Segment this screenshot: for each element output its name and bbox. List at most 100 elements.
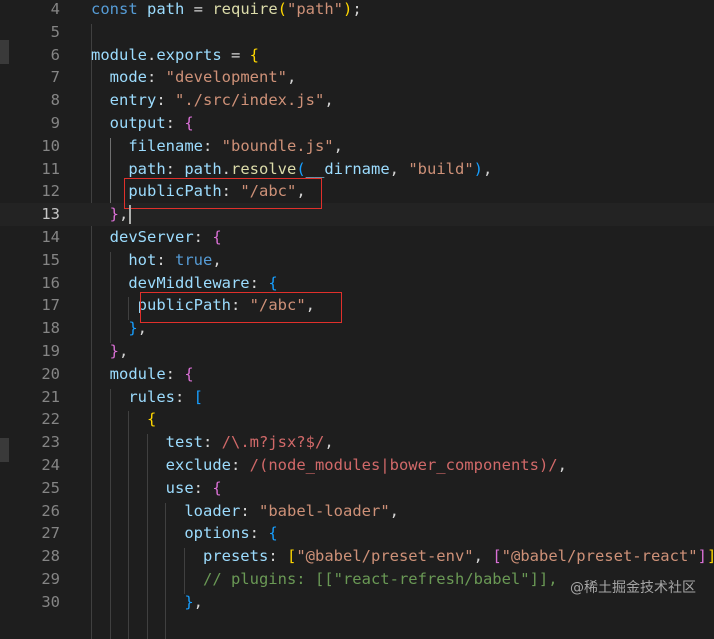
code-line[interactable]: 23 test: /\.m?jsx?$/, [0, 431, 714, 454]
code-text: hot: true, [91, 249, 222, 272]
code-line[interactable]: 15 hot: true, [0, 249, 714, 272]
code-text: }, [91, 591, 203, 614]
code-text: options: { [91, 522, 278, 545]
line-number: 19 [41, 342, 60, 360]
code-text: loader: "babel-loader", [91, 500, 399, 523]
code-line[interactable]: 27 options: { [0, 522, 714, 545]
code-token: "path" [287, 0, 344, 18]
code-line[interactable]: 4 const path = require("path"); [0, 0, 714, 21]
code-line[interactable]: 28 presets: ["@babel/preset-env", ["@bab… [0, 545, 714, 568]
line-number: 21 [41, 387, 60, 406]
highlight-box-output-publicpath [124, 178, 322, 209]
code-text: // plugins: [["react-refresh/babel"]], [91, 568, 558, 591]
code-token: , [212, 250, 222, 269]
line-number: 24 [41, 456, 60, 474]
watermark: @稀土掘金技术社区 [570, 580, 696, 596]
code-line[interactable]: 21 rules: [ [0, 386, 714, 409]
code-line[interactable]: 22 { [0, 408, 714, 431]
code-token: , [483, 159, 493, 178]
code-text: module.exports = { [91, 44, 259, 67]
line-number: 22 [41, 410, 60, 429]
code-token: output [109, 114, 166, 132]
line-number: 26 [41, 501, 60, 520]
code-line[interactable]: 9 output: { [0, 112, 714, 135]
code-editor[interactable]: 4 const path = require("path"); 5 6 module.e… [0, 0, 714, 639]
code-line[interactable]: 10 filename: "boundle.js", [0, 135, 714, 158]
code-line[interactable]: 17 publicPath: "/abc", [0, 294, 714, 317]
code-line[interactable]: 11 path: path.resolve(__dirname, "build"… [0, 158, 714, 181]
code-line[interactable]: 20 module: { [0, 363, 714, 386]
code-token: , [324, 433, 334, 452]
code-token: exclude [165, 456, 231, 474]
line-number: 9 [50, 114, 60, 132]
code-token: { [147, 410, 157, 429]
code-token: ( [296, 159, 306, 178]
code-line[interactable]: 26 loader: "babel-loader", [0, 500, 714, 523]
line-number: 16 [41, 273, 60, 292]
code-line[interactable]: 12 publicPath: "/abc", [0, 180, 714, 203]
code-line[interactable]: 8 entry: "./src/index.js", [0, 89, 714, 112]
code-token: } [109, 205, 120, 224]
code-token: { [268, 273, 278, 292]
code-token: options [184, 524, 250, 543]
code-token: ) [473, 159, 484, 178]
code-line[interactable]: 14 devServer: { [0, 226, 714, 249]
code-line[interactable]: 25 use: { [0, 477, 714, 500]
line-number: 10 [41, 136, 60, 155]
code-line[interactable]: 24 exclude: /(node_modules|bower_compone… [0, 454, 714, 477]
code-token: ] [697, 547, 707, 566]
code-line[interactable]: 13 }, [0, 203, 714, 226]
code-line[interactable]: 16 devMiddleware: { [0, 272, 714, 295]
code-token: "development" [165, 68, 287, 87]
code-token: filename [128, 136, 203, 155]
code-text: path: path.resolve(__dirname, "build"), [91, 158, 492, 181]
line-number: 25 [41, 478, 60, 497]
code-token: "babel-loader" [259, 501, 390, 520]
code-token: use [165, 478, 194, 497]
code-token: . [147, 45, 157, 64]
code-token: , [324, 91, 334, 110]
code-token: { [212, 228, 222, 246]
code-token: path [147, 0, 185, 18]
code-token: , [557, 456, 567, 474]
code-text: test: /\.m?jsx?$/, [91, 431, 334, 454]
code-token: : [193, 478, 213, 497]
code-token: . [221, 159, 231, 178]
code-line[interactable]: 18 }, [0, 317, 714, 340]
line-number: 7 [50, 68, 60, 87]
code-token: /(node_modules|bower_components)/ [249, 456, 558, 474]
code-text: }, [91, 340, 129, 363]
code-token: : [230, 456, 250, 474]
code-token: { [268, 524, 278, 543]
code-token: : [193, 228, 213, 246]
code-token: ( [277, 0, 288, 18]
code-line[interactable]: 7 mode: "development", [0, 66, 714, 89]
code-token: exports [156, 45, 222, 64]
code-token: , [389, 159, 409, 178]
code-token: // plugins: [["react-refresh/babel"]], [202, 570, 558, 588]
code-token: : [165, 364, 185, 383]
code-text: const path = require("path"); [91, 0, 362, 21]
code-line[interactable]: 6 module.exports = { [0, 44, 714, 67]
code-token: : [249, 524, 269, 543]
code-line[interactable]: 5 [0, 21, 714, 44]
code-token: [ [193, 387, 204, 406]
code-text: mode: "development", [91, 66, 297, 89]
code-text: }, [91, 317, 147, 340]
code-line[interactable]: 19 }, [0, 340, 714, 363]
code-text: exclude: /(node_modules|bower_components… [91, 454, 567, 477]
